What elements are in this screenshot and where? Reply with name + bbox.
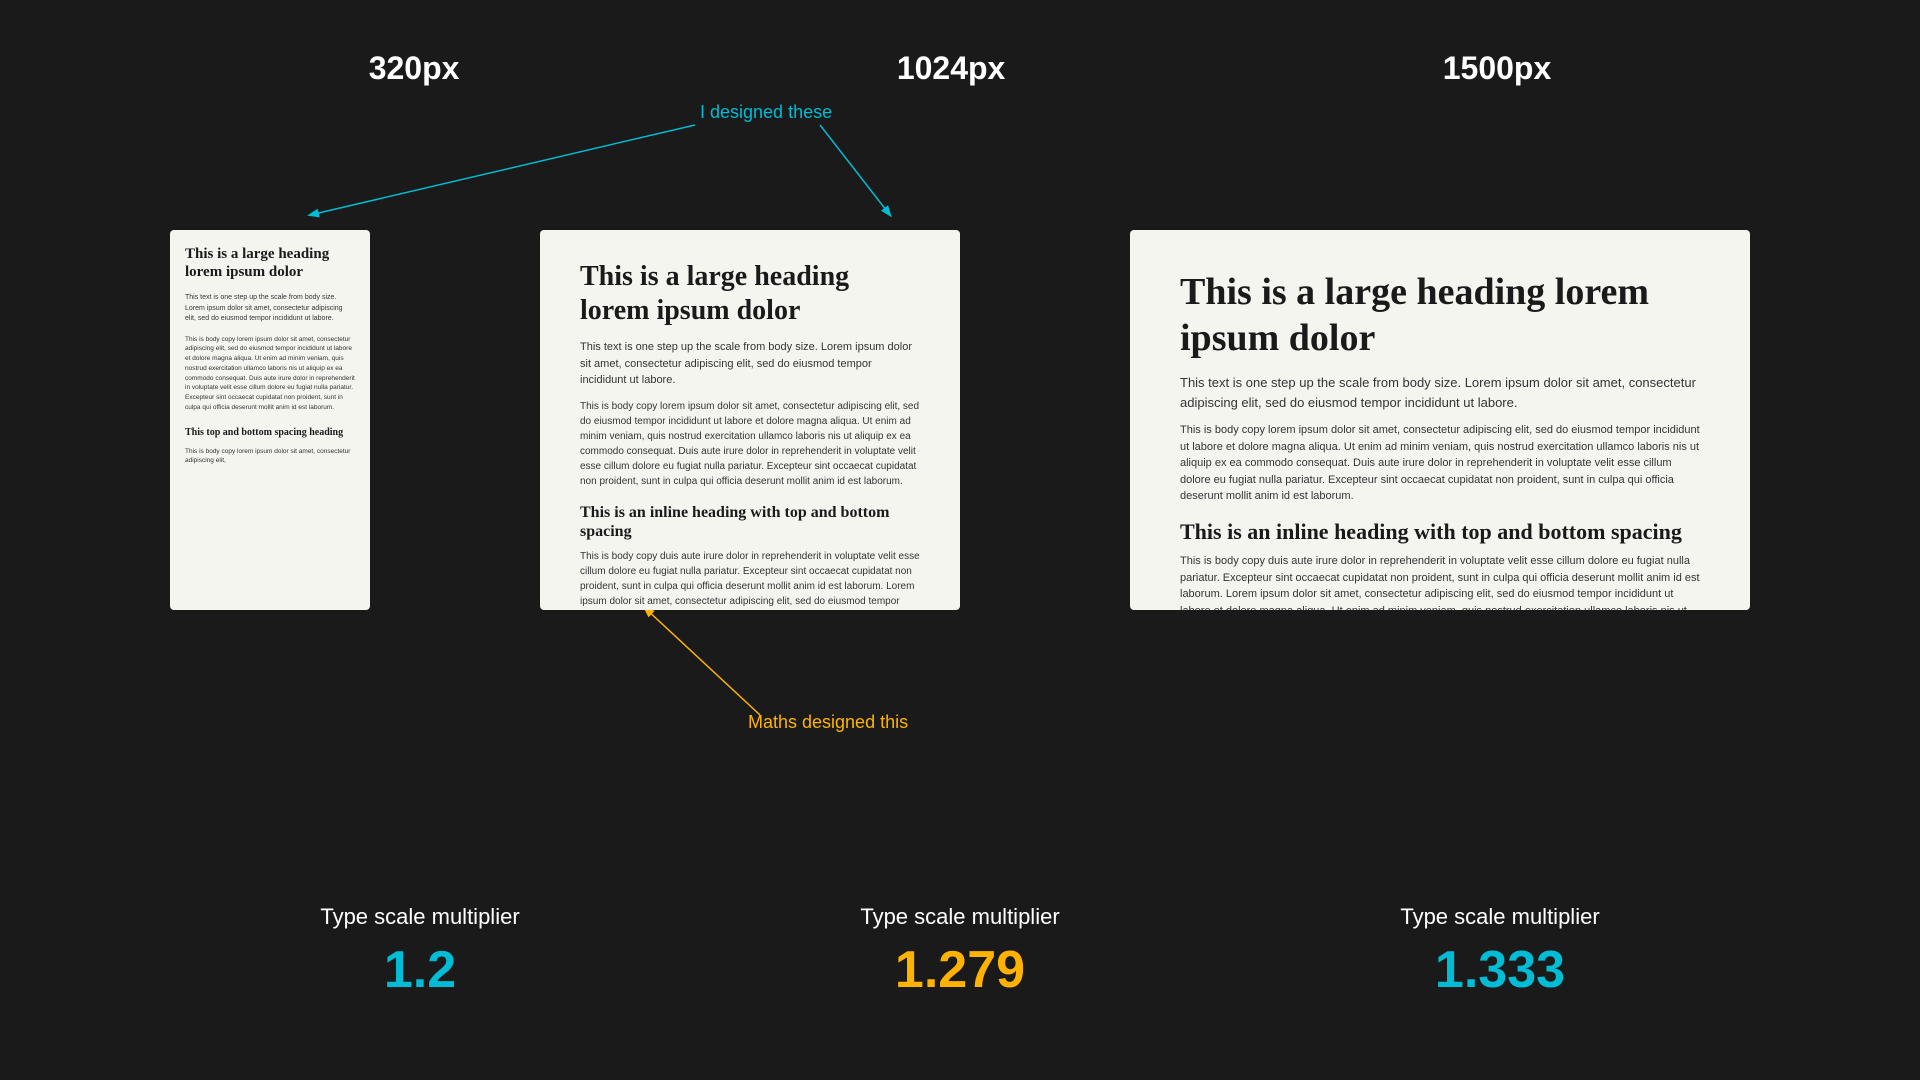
multiplier-medium: Type scale multiplier 1.279 (860, 904, 1059, 1000)
multiplier-large: Type scale multiplier 1.333 (1400, 904, 1599, 1000)
main-container: 320px 1024px 1500px I designed these Mat… (0, 0, 1920, 1080)
card-medium-body2: This is body copy duis aute irure dolor … (580, 549, 920, 610)
card-large-subheading: This is an inline heading with top and b… (1180, 519, 1700, 545)
card-medium-intro: This text is one step up the scale from … (580, 339, 920, 389)
multiplier-small: Type scale multiplier 1.2 (320, 904, 519, 1000)
bottom-section: Type scale multiplier 1.2 Type scale mul… (0, 904, 1920, 1000)
multiplier-large-label: Type scale multiplier (1400, 904, 1599, 930)
card-320: This is a large heading lorem ipsum dolo… (170, 230, 370, 610)
card-small-heading: This is a large heading lorem ipsum dolo… (185, 245, 355, 281)
labels-row: 320px 1024px 1500px (0, 0, 1920, 87)
card-large-intro: This text is one step up the scale from … (1180, 373, 1700, 412)
card-small-intro: This text is one step up the scale from … (185, 293, 355, 325)
card-medium-body1: This is body copy lorem ipsum dolor sit … (580, 399, 920, 489)
multiplier-medium-label: Type scale multiplier (860, 904, 1059, 930)
multiplier-small-value: 1.2 (320, 940, 519, 1000)
card-small-subheading: This top and bottom spacing heading (185, 427, 355, 439)
label-1500: 1500px (1443, 50, 1552, 87)
cards-row: This is a large heading lorem ipsum dolo… (0, 230, 1920, 610)
card-small-body2: This is body copy lorem ipsum dolor sit … (185, 447, 355, 467)
label-320: 320px (369, 50, 460, 87)
annotation-designed-text: I designed these (700, 102, 832, 122)
multiplier-large-value: 1.333 (1400, 940, 1599, 1000)
multiplier-medium-value: 1.279 (860, 940, 1059, 1000)
card-1024: This is a large heading lorem ipsum dolo… (540, 230, 960, 610)
card-1500: This is a large heading lorem ipsum dolo… (1130, 230, 1750, 610)
card-large-body1: This is body copy lorem ipsum dolor sit … (1180, 422, 1700, 505)
label-1024: 1024px (897, 50, 1006, 87)
card-medium-heading: This is a large heading lorem ipsum dolo… (580, 260, 920, 327)
card-large-body2: This is body copy duis aute irure dolor … (1180, 553, 1700, 610)
card-small-body1: This is body copy lorem ipsum dolor sit … (185, 335, 355, 413)
annotation-maths-text: Maths designed this (748, 712, 908, 732)
card-medium-subheading: This is an inline heading with top and b… (580, 503, 920, 541)
multiplier-small-label: Type scale multiplier (320, 904, 519, 930)
card-large-heading: This is a large heading lorem ipsum dolo… (1180, 270, 1700, 361)
